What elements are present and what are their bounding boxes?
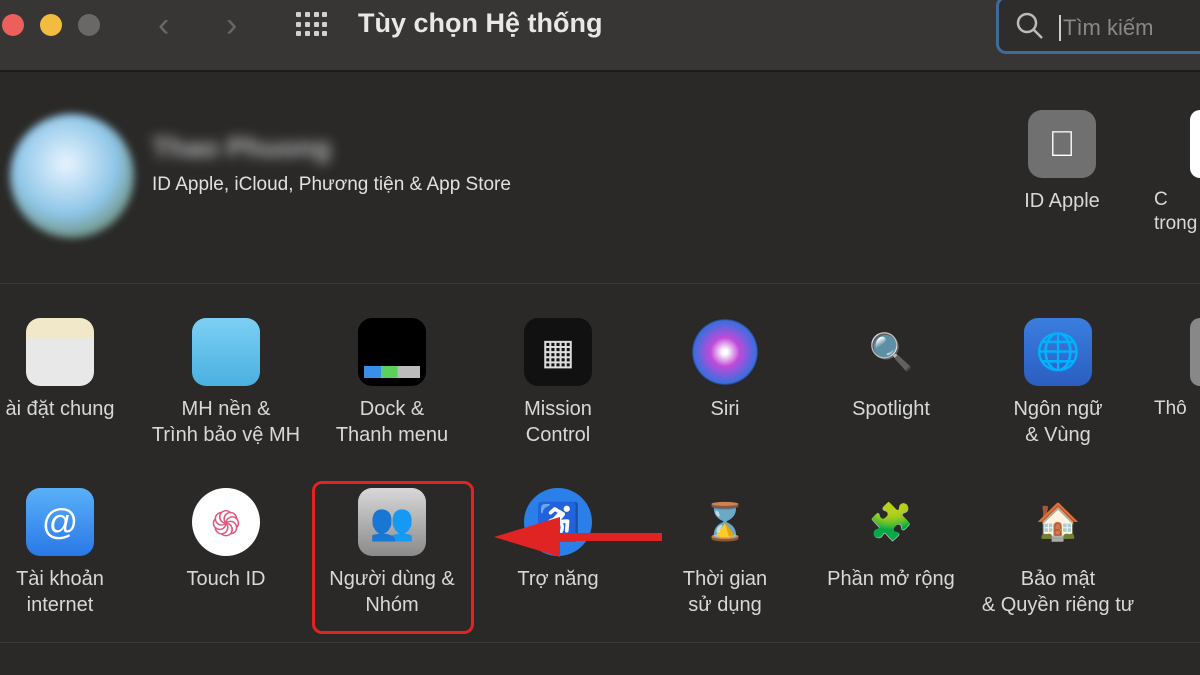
pref-item-house-lock[interactable]: 🏠 Bảo mật & Quyền riêng tư [975,488,1141,618]
pref-item-label: Phần mở rộng [827,568,955,590]
pref-item-spotlight[interactable]: 🔍 Spotlight [808,318,974,422]
apple-id-item[interactable]:  ID Apple [979,110,1145,214]
pref-item-label: Siri [710,398,740,420]
pref-item-label: Dock & Thanh menu [335,398,449,446]
fingerprint-icon: ֍ [192,488,260,556]
avatar[interactable] [10,114,134,238]
pref-item-label: Mission Control [524,398,592,446]
forward-icon[interactable]: › [226,6,237,45]
pref-item-siri[interactable]: Siri [642,318,808,422]
house-lock-icon: 🏠 [1035,501,1081,542]
pref-item-general[interactable]: ài đặt chung [0,318,143,422]
user-name: Thao Phuong [152,132,331,163]
close-button[interactable] [2,14,24,36]
pref-item-label: Spotlight [852,398,930,420]
dock-icon [358,318,426,386]
family-icon [1190,110,1200,178]
general-icon [26,318,94,386]
pref-item-globe-flag[interactable]: 🌐 Ngôn ngữ & Vùng [975,318,1141,448]
pref-item-label: Tài khoản internet [16,568,104,616]
notifications-icon [1190,318,1200,386]
pref-item-notifications[interactable]: Thô [1150,318,1200,422]
apple-icon:  [1028,110,1096,178]
pref-item-label: Ngôn ngữ & Vùng [1013,398,1103,446]
grid-icon[interactable] [296,12,328,38]
pref-item-label: ài đặt chung [5,398,115,420]
pref-item-desktop[interactable]: MH nền & Trình bảo vệ MH [143,318,309,448]
search-placeholder: Tìm kiếm [1059,15,1153,41]
at-icon: @ [26,488,94,556]
pref-item-label: Touch ID [186,568,266,590]
pref-item-label: Thô [1154,398,1187,419]
pref-item-label: MH nền & Trình bảo vệ MH [151,398,301,446]
minimize-button[interactable] [40,14,62,36]
spotlight-icon: 🔍 [868,331,914,372]
search-icon [1016,12,1043,39]
family-sharing-item[interactable]: C trong [1150,110,1200,236]
pref-item-dock[interactable]: Dock & Thanh menu [309,318,475,448]
hourglass-icon: ⌛ [702,501,748,542]
siri-icon [691,318,759,386]
highlight-box [312,481,474,634]
pref-item-label: Bảo mật & Quyền riêng tư [981,568,1135,616]
window-title: Tùy chọn Hệ thống [358,8,603,38]
pref-item-fingerprint[interactable]: ֍ Touch ID [143,488,309,592]
back-icon[interactable]: ‹ [158,6,169,45]
apple-id-section: Thao Phuong ID Apple, iCloud, Phương tiệ… [0,74,1200,284]
globe-flag-icon: 🌐 [1024,318,1092,386]
red-arrow-icon [494,517,662,557]
mission-control-icon: ▦ [524,318,592,386]
title-bar: ‹ › Tùy chọn Hệ thống Tìm kiếm [0,0,1200,72]
pref-item-label: Trợ năng [517,568,599,590]
pref-item-mission-control[interactable]: ▦ Mission Control [475,318,641,448]
profile-subtitle: ID Apple, iCloud, Phương tiện & App Stor… [152,174,511,195]
pref-item-at[interactable]: @ Tài khoản internet [0,488,143,618]
divider [0,642,1200,643]
pref-item-puzzle[interactable]: 🧩 Phần mở rộng [808,488,974,592]
desktop-icon [192,318,260,386]
puzzle-icon: 🧩 [868,501,914,542]
search-field[interactable]: Tìm kiếm [996,0,1200,54]
zoom-button[interactable] [78,14,100,36]
pref-item-label: Thời gian sử dụng [682,568,768,616]
